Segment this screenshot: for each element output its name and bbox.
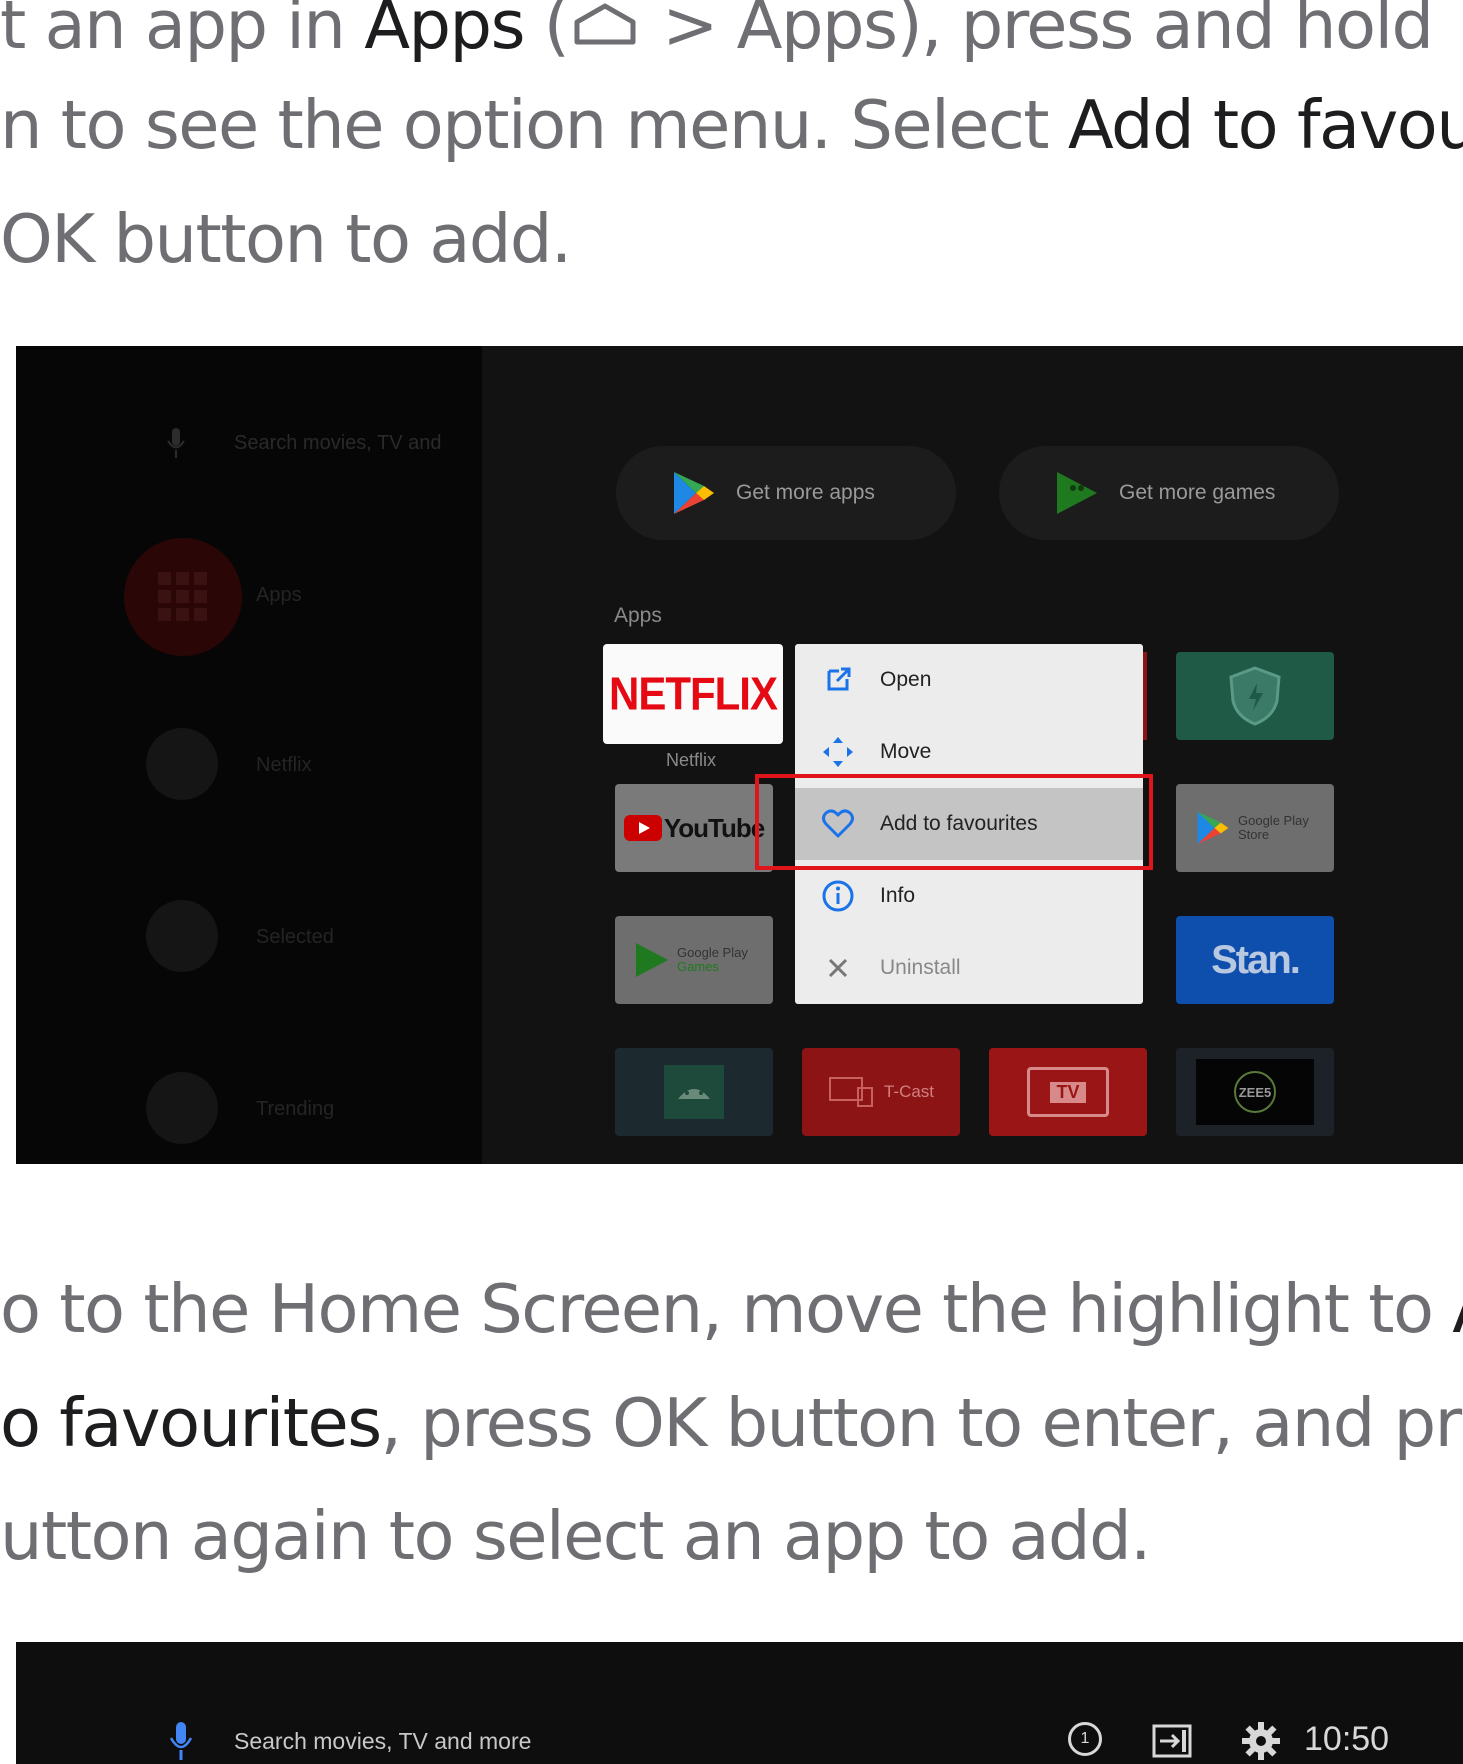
text-run: n to see the option menu. Select	[0, 86, 1068, 164]
text-run-emphasis: Add to favou	[1067, 86, 1463, 164]
shield-icon	[1229, 666, 1281, 726]
home-icon	[574, 3, 636, 45]
menu-item-info[interactable]: Info	[795, 860, 1143, 932]
apps-section-label: Apps	[614, 604, 662, 627]
get-more-apps-button[interactable]: Get more apps	[616, 446, 956, 540]
youtube-label: YouTube	[663, 812, 765, 843]
play-games-label: Google Play	[677, 944, 748, 960]
youtube-tile[interactable]: YouTube	[615, 784, 773, 872]
open-external-icon	[827, 667, 851, 691]
zee5-tile[interactable]: ZEE5	[1176, 1048, 1334, 1136]
text-run-emphasis: A	[1452, 1270, 1463, 1348]
highlight-box	[755, 774, 1153, 870]
menu-item-uninstall-label: Uninstall	[880, 956, 961, 979]
text-run: (	[524, 0, 570, 64]
notifications-button[interactable]: 1	[1068, 1722, 1102, 1756]
netflix-tile[interactable]: NETFLIX	[603, 644, 783, 744]
grid-icon	[158, 572, 207, 621]
close-icon	[828, 958, 848, 978]
android-icon	[664, 1065, 724, 1119]
move-arrows-icon	[823, 737, 853, 767]
netflix-caption: Netflix	[666, 750, 717, 770]
play-games-icon	[636, 943, 668, 977]
instruction-line-2: n to see the option menu. Select Add to …	[0, 92, 1463, 159]
text-run-emphasis: Apps	[364, 0, 525, 64]
notification-count: 1	[1080, 1730, 1090, 1747]
play-store-label: Google Play	[1238, 812, 1309, 828]
google-play-store-tile[interactable]: Google Play Store	[1176, 784, 1334, 872]
play-games-icon	[1057, 472, 1097, 514]
search-input-placeholder[interactable]: Search movies, TV and more	[234, 1728, 531, 1755]
stan-logo: Stan.	[1211, 937, 1301, 982]
rail-label-trending: Trending	[256, 1098, 335, 1120]
instruction-line-1: t an app in Apps ( > Apps), press and ho…	[0, 0, 1434, 59]
instruction-line-3: OK button to add.	[0, 206, 572, 273]
get-more-games-button[interactable]: Get more games	[999, 446, 1339, 540]
text-run: , press OK button to enter, and pr	[380, 1384, 1463, 1462]
rail-label-netflix: Netflix	[256, 754, 312, 776]
tcast-tile[interactable]: T-Cast	[802, 1048, 960, 1136]
microphone-icon	[167, 428, 185, 458]
tv-apps-screenshot: Search movies, TV and Apps Netflix Selec…	[16, 346, 1463, 1164]
text-run-emphasis: o favourites	[0, 1384, 382, 1462]
play-store-icon	[1197, 811, 1229, 845]
play-store-sublabel: Store	[1238, 827, 1270, 842]
rail-label-selected: Selected	[256, 926, 334, 948]
rail-apps-button[interactable]	[124, 538, 242, 656]
input-source-icon[interactable]	[1152, 1724, 1192, 1758]
tv-label: TV	[1050, 1081, 1086, 1103]
menu-item-open[interactable]: Open	[795, 644, 1143, 716]
microphone-icon	[169, 1722, 193, 1760]
text-run: utton again to select an app to add.	[0, 1497, 1151, 1575]
instruction-line-4: o to the Home Screen, move the highlight…	[0, 1276, 1463, 1343]
rail-trending-button[interactable]	[146, 1072, 218, 1144]
text-run: o to the Home Screen, move the highlight…	[0, 1270, 1453, 1348]
get-more-apps-label: Get more apps	[736, 481, 875, 504]
menu-item-move-label: Move	[880, 740, 932, 763]
get-more-games-label: Get more games	[1119, 481, 1276, 504]
tcast-label: T-Cast	[883, 1082, 935, 1101]
menu-item-uninstall[interactable]: Uninstall	[795, 932, 1143, 1004]
youtube-play-icon	[623, 815, 662, 841]
instruction-line-6: utton again to select an app to add.	[0, 1503, 1151, 1570]
android-tile[interactable]	[615, 1048, 773, 1136]
menu-item-open-label: Open	[880, 668, 932, 691]
instruction-line-5: o favourites, press OK button to enter, …	[0, 1390, 1462, 1457]
info-icon	[822, 880, 854, 912]
tv-tile[interactable]: TV	[989, 1048, 1147, 1136]
play-games-sublabel: Games	[677, 959, 719, 974]
security-tile[interactable]	[1176, 652, 1334, 740]
screen-cast-icon	[828, 1077, 873, 1107]
play-store-icon	[674, 472, 714, 514]
rail-selected-button[interactable]	[146, 900, 218, 972]
zee5-label: ZEE5	[1234, 1071, 1276, 1113]
rail-label-apps: Apps	[256, 584, 302, 606]
text-run: > Apps), press and hold	[642, 0, 1434, 64]
home-rail: Search movies, TV and Apps Netflix Selec…	[16, 346, 482, 1164]
google-play-games-tile[interactable]: Google Play Games	[615, 916, 773, 1004]
text-run: t an app in	[0, 0, 365, 64]
rail-netflix-button[interactable]	[146, 728, 218, 800]
tv-home-screenshot: Search movies, TV and more 1 10:50	[16, 1642, 1463, 1764]
clock: 10:50	[1304, 1720, 1390, 1758]
stan-tile[interactable]: Stan.	[1176, 916, 1334, 1004]
menu-item-info-label: Info	[880, 884, 916, 907]
gear-icon[interactable]	[1242, 1722, 1280, 1760]
netflix-logo: NETFLIX	[609, 667, 778, 720]
text-run: OK button to add.	[0, 200, 572, 278]
search-input-placeholder[interactable]: Search movies, TV and	[234, 432, 442, 455]
